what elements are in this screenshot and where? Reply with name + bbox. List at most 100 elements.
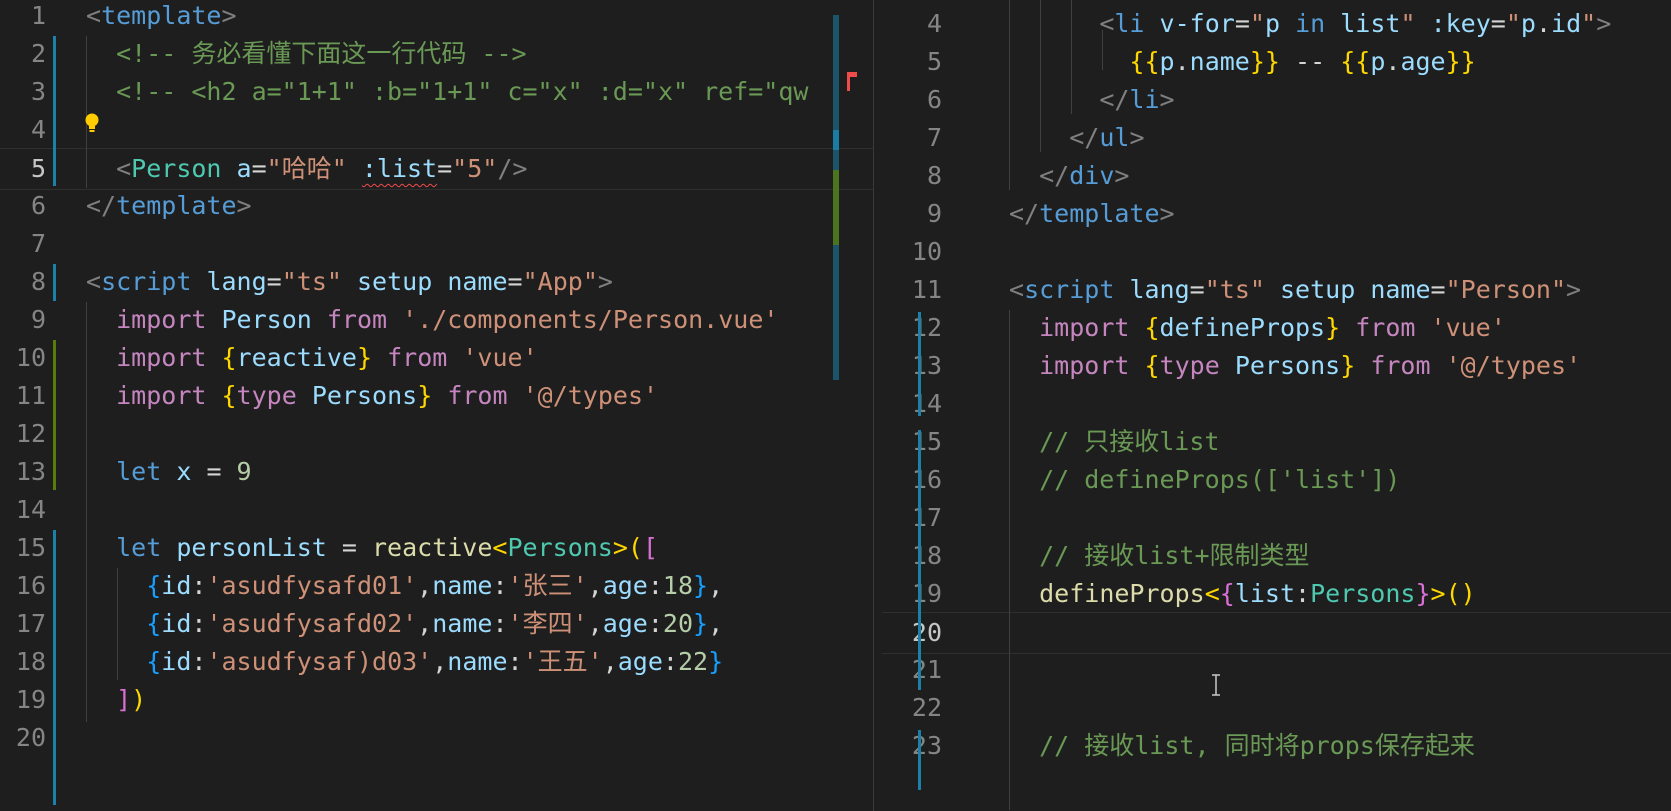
code-token: : — [647, 609, 663, 638]
code-token: = — [326, 533, 372, 562]
left-editor-pane[interactable]: 1 <template> 2 <!-- 务必看懂下面这一行代码 --> 3 <!-- … — [0, 0, 873, 811]
code-line[interactable]: 6 </template> — [0, 186, 873, 226]
code-line[interactable]: 20 — [882, 612, 1671, 654]
code-line[interactable]: 16 {id:'asudfysafd01',name:'张三',age:18}, — [0, 566, 873, 606]
code-line[interactable]: 17 {id:'asudfysafd02',name:'李四',age:20}, — [0, 604, 873, 644]
code-text[interactable]: <li v-for="p in list" :key="p.id"> — [1009, 4, 1611, 44]
code-token: > — [1129, 123, 1145, 152]
code-text[interactable]: // defineProps(['list']) — [1009, 460, 1400, 500]
code-token: , — [708, 609, 724, 638]
code-text[interactable]: defineProps<{list:Persons}>() — [1009, 574, 1476, 614]
code-line[interactable]: 2 <!-- 务必看懂下面这一行代码 --> — [0, 34, 873, 74]
code-token: 20 — [662, 609, 694, 638]
code-line[interactable]: 18 // 接收list+限制类型 — [882, 536, 1671, 576]
code-line[interactable]: 14 — [882, 384, 1671, 424]
code-token: v-for — [1159, 9, 1235, 38]
code-text[interactable]: </template> — [86, 186, 252, 226]
code-token: Persons — [1310, 579, 1416, 608]
code-line[interactable]: 21 — [882, 650, 1671, 690]
code-line[interactable]: 15 // 只接收list — [882, 422, 1671, 462]
code-line[interactable]: 4 <li v-for="p in list" :key="p.id"> — [882, 4, 1671, 44]
code-line[interactable]: 23 // 接收list, 同时将props保存起来 — [882, 726, 1671, 766]
code-line[interactable]: 9 </template> — [882, 194, 1671, 234]
code-line[interactable]: 1 <template> — [0, 0, 873, 36]
gutter-modified-indicator[interactable] — [918, 730, 921, 790]
code-line[interactable]: 19 ]) — [0, 680, 873, 720]
code-text[interactable]: <Person a="哈哈" :list="5"/> — [86, 149, 527, 189]
code-text[interactable]: {id:'asudfysafd01',name:'张三',age:18}, — [86, 566, 723, 606]
code-text[interactable]: <!-- <h2 a="1+1" :b="1+1" c="x" :d="x" r… — [86, 72, 808, 112]
code-text[interactable]: </ul> — [1009, 118, 1145, 158]
code-line[interactable]: 14 — [0, 490, 873, 530]
code-text[interactable]: ]) — [86, 680, 146, 720]
code-line[interactable]: 12 import {defineProps} from 'vue' — [882, 308, 1671, 348]
code-text[interactable]: {{p.name}} -- {{p.age}} — [1009, 42, 1475, 82]
code-text[interactable]: import {defineProps} from 'vue' — [1009, 308, 1506, 348]
code-line[interactable]: 3 <!-- <h2 a="1+1" :b="1+1" c="x" :d="x"… — [0, 72, 873, 112]
code-line[interactable]: 13 let x = 9 — [0, 452, 873, 492]
gutter-modified-indicator[interactable] — [53, 36, 56, 186]
gutter-modified-indicator[interactable] — [53, 530, 56, 805]
code-text[interactable]: <template> — [86, 0, 237, 36]
code-line[interactable]: 10 import {reactive} from 'vue' — [0, 338, 873, 378]
lightbulb-icon[interactable] — [84, 112, 100, 134]
code-text[interactable]: import Person from './components/Person.… — [86, 300, 778, 340]
code-text[interactable]: // 接收list, 同时将props保存起来 — [1009, 726, 1475, 766]
gutter-modified-indicator[interactable] — [918, 430, 921, 690]
code-text[interactable]: import {reactive} from 'vue' — [86, 338, 538, 378]
code-text[interactable]: // 只接收list — [1009, 422, 1219, 462]
code-line[interactable]: 16 // defineProps(['list']) — [882, 460, 1671, 500]
code-line[interactable]: 18 {id:'asudfysaf)d03',name:'王五',age:22} — [0, 642, 873, 682]
line-number: 17 — [911, 503, 942, 532]
code-token: 'vue' — [462, 343, 538, 372]
right-editor-pane[interactable]: 4 <li v-for="p in list" :key="p.id"> 5 {{… — [882, 0, 1671, 811]
code-line[interactable]: 15 let personList = reactive<Persons>([ — [0, 528, 873, 568]
code-text[interactable]: {id:'asudfysafd02',name:'李四',age:20}, — [86, 604, 723, 644]
code-text[interactable]: import {type Persons} from '@/types' — [1009, 346, 1581, 386]
line-number: 18 — [15, 647, 46, 676]
code-line[interactable]: 12 — [0, 414, 873, 454]
code-text[interactable]: {id:'asudfysaf)d03',name:'王五',age:22} — [86, 642, 723, 682]
line-number: 5 — [30, 154, 46, 183]
code-token: p — [1264, 9, 1280, 38]
code-line[interactable]: 13 import {type Persons} from '@/types' — [882, 346, 1671, 386]
code-line[interactable]: 20 — [0, 718, 873, 758]
line-number: 14 — [911, 389, 942, 418]
code-line[interactable]: 5 {{p.name}} -- {{p.age}} — [882, 42, 1671, 82]
code-text[interactable]: let personList = reactive<Persons>([ — [86, 528, 658, 568]
code-text[interactable]: </template> — [1009, 194, 1175, 234]
code-line[interactable]: 17 — [882, 498, 1671, 538]
code-line[interactable]: 11 <script lang="ts" setup name="Person"> — [882, 270, 1671, 310]
code-text[interactable]: <script lang="ts" setup name="App"> — [86, 262, 613, 302]
gutter-modified-indicator[interactable] — [918, 312, 921, 416]
code-text[interactable]: <script lang="ts" setup name="Person"> — [1009, 270, 1581, 310]
code-line[interactable]: 7 </ul> — [882, 118, 1671, 158]
left-minimap-scrollbar[interactable] — [833, 0, 873, 811]
code-line[interactable]: 8 </div> — [882, 156, 1671, 196]
code-text[interactable]: let x = 9 — [86, 452, 252, 492]
code-text[interactable]: </li> — [1009, 80, 1174, 120]
code-token: = — [1234, 9, 1250, 38]
code-token: [ — [642, 533, 659, 562]
code-text[interactable]: // 接收list+限制类型 — [1009, 536, 1309, 576]
code-text[interactable]: </div> — [1009, 156, 1129, 196]
code-token: } — [417, 381, 433, 410]
code-line[interactable]: 11 import {type Persons} from '@/types' — [0, 376, 873, 416]
code-text[interactable]: <!-- 务必看懂下面这一行代码 --> — [86, 34, 526, 74]
code-line[interactable]: 9 import Person from './components/Perso… — [0, 300, 873, 340]
gutter-added-indicator[interactable] — [53, 340, 56, 490]
indent-guide — [1009, 310, 1010, 810]
code-line[interactable]: 8 <script lang="ts" setup name="App"> — [0, 262, 873, 302]
code-line[interactable]: 5 <Person a="哈哈" :list="5"/> — [0, 148, 873, 190]
code-line[interactable]: 22 — [882, 688, 1671, 728]
code-line[interactable]: 10 — [882, 232, 1671, 272]
code-line[interactable]: 19 defineProps<{list:Persons}>() — [882, 574, 1671, 614]
gutter-modified-indicator[interactable] — [53, 264, 56, 301]
code-line[interactable]: 7 — [0, 224, 873, 264]
code-line[interactable]: 4 — [0, 110, 873, 150]
code-line[interactable]: 6 </li> — [882, 80, 1671, 120]
code-text[interactable]: import {type Persons} from '@/types' — [86, 376, 658, 416]
line-number: 22 — [911, 693, 942, 722]
